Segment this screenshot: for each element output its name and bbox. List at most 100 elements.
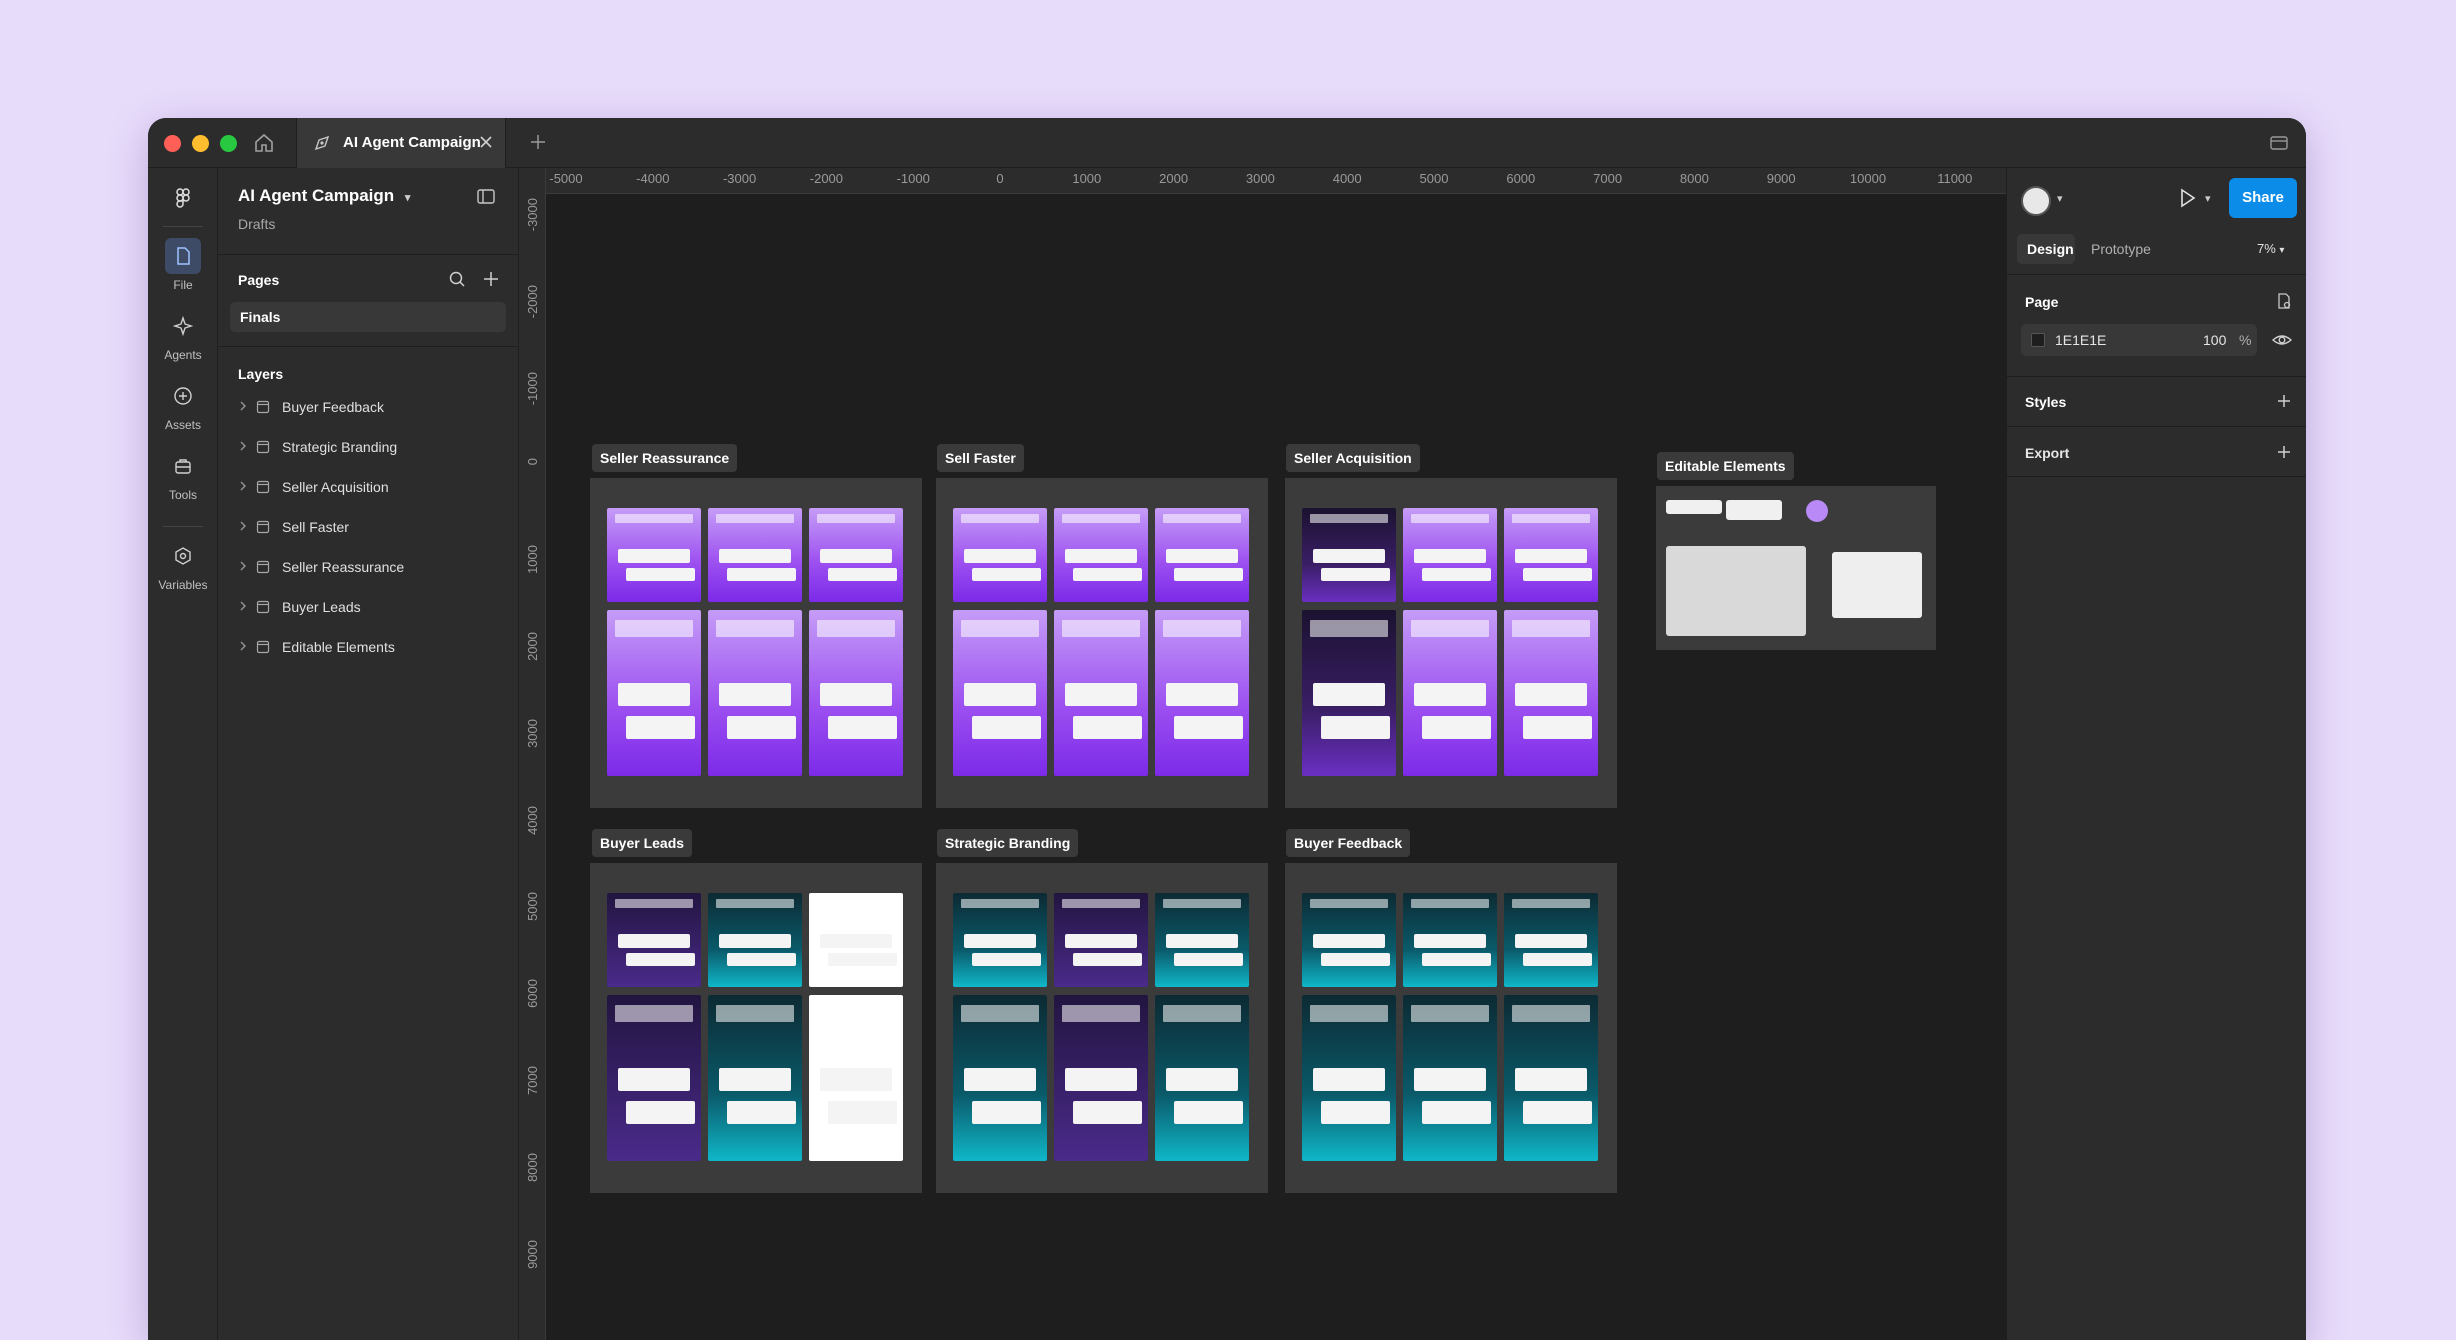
frame-seller-reassurance[interactable]	[590, 478, 922, 808]
page-settings-icon[interactable]	[2275, 292, 2293, 310]
chevron-down-icon[interactable]: ▾	[2205, 192, 2211, 205]
ad-thumbnail[interactable]	[1155, 893, 1249, 987]
tab-prototype[interactable]: Prototype	[2091, 241, 2151, 257]
editable-element[interactable]	[1726, 500, 1782, 520]
frame-strategic-branding[interactable]	[936, 863, 1268, 1193]
avatar[interactable]	[2021, 186, 2051, 216]
ad-thumbnail[interactable]	[1155, 508, 1249, 602]
play-icon[interactable]	[2175, 186, 2199, 210]
frame-sell-faster[interactable]	[936, 478, 1268, 808]
frame-label-buyer-feedback[interactable]: Buyer Feedback	[1286, 829, 1411, 857]
ruler-tick-label: 1000	[1072, 171, 1102, 186]
figma-logo-icon[interactable]	[171, 186, 195, 210]
project-title[interactable]: AI Agent Campaign ▾	[238, 186, 410, 206]
close-window-button[interactable]	[164, 135, 181, 152]
ad-thumbnail[interactable]	[1302, 893, 1396, 987]
ad-thumbnail[interactable]	[1054, 893, 1148, 987]
ad-thumbnail[interactable]	[1403, 610, 1497, 776]
ad-thumbnail[interactable]	[708, 610, 802, 776]
editable-element[interactable]	[1666, 546, 1806, 636]
layer-item-editable-elements[interactable]: Editable Elements	[238, 632, 508, 662]
ad-thumbnail[interactable]	[1302, 995, 1396, 1161]
ad-thumbnail[interactable]	[1302, 610, 1396, 776]
rail-tools[interactable]: Tools	[148, 448, 218, 502]
ad-thumbnail[interactable]	[607, 893, 701, 987]
ad-thumbnail[interactable]	[1054, 610, 1148, 776]
ad-thumbnail[interactable]	[809, 508, 903, 602]
frame-label-seller-reassurance[interactable]: Seller Reassurance	[592, 444, 738, 472]
tab-ai-agent-campaign[interactable]: AI Agent Campaign	[296, 118, 506, 168]
rail-file[interactable]: File	[148, 238, 218, 292]
ad-thumbnail[interactable]	[809, 610, 903, 776]
chevron-down-icon[interactable]: ▾	[2057, 192, 2063, 205]
rail-agents[interactable]: Agents	[148, 308, 218, 362]
design-canvas[interactable]: -5000 -4000 -3000 -2000 -1000 0 1000 2000 3000 40…	[519, 168, 2006, 1340]
ad-thumbnail[interactable]	[1504, 995, 1598, 1161]
ad-thumbnail[interactable]	[1054, 508, 1148, 602]
zoom-level[interactable]: 7% ▾	[2257, 241, 2284, 256]
layer-item-sell-faster[interactable]: Sell Faster	[238, 512, 508, 542]
chevron-down-icon[interactable]: ▾	[405, 192, 411, 204]
page-color-value[interactable]: 1E1E1E	[2055, 332, 2106, 348]
eye-icon[interactable]	[2271, 330, 2293, 350]
ad-thumbnail[interactable]	[953, 995, 1047, 1161]
ad-thumbnail[interactable]	[1504, 893, 1598, 987]
ad-thumbnail[interactable]	[1054, 995, 1148, 1161]
rail-variables[interactable]: Variables	[148, 538, 218, 592]
editable-element[interactable]	[1806, 500, 1828, 522]
tab-design[interactable]: Design	[2017, 234, 2075, 264]
frame-label-buyer-leads[interactable]: Buyer Leads	[592, 829, 693, 857]
ad-thumbnail[interactable]	[1155, 995, 1249, 1161]
toggle-sidebar-icon[interactable]	[476, 188, 496, 206]
share-button[interactable]: Share	[2229, 178, 2297, 218]
close-tab-icon[interactable]	[477, 133, 495, 151]
ad-thumbnail[interactable]	[1302, 508, 1396, 602]
search-icon[interactable]	[448, 270, 466, 288]
ad-thumbnail[interactable]	[1504, 610, 1598, 776]
frame-label-editable-elements[interactable]: Editable Elements	[1657, 452, 1794, 480]
window-layout-icon[interactable]	[2268, 132, 2290, 154]
ad-thumbnail[interactable]	[953, 610, 1047, 776]
ad-thumbnail[interactable]	[708, 995, 802, 1161]
page-item-finals[interactable]: Finals	[230, 302, 506, 332]
ad-thumbnail[interactable]	[607, 610, 701, 776]
minimize-window-button[interactable]	[192, 135, 209, 152]
editable-element[interactable]	[1832, 552, 1922, 618]
layer-item-seller-reassurance[interactable]: Seller Reassurance	[238, 552, 508, 582]
ad-thumbnail[interactable]	[708, 508, 802, 602]
add-style-icon[interactable]	[2275, 392, 2293, 410]
frame-seller-acquisition[interactable]	[1285, 478, 1617, 808]
home-icon[interactable]	[252, 131, 276, 155]
ad-thumbnail[interactable]	[1403, 995, 1497, 1161]
frame-editable-elements[interactable]	[1656, 486, 1936, 650]
frame-buyer-feedback[interactable]	[1285, 863, 1617, 1193]
frame-label-strategic-branding[interactable]: Strategic Branding	[937, 829, 1079, 857]
maximize-window-button[interactable]	[220, 135, 237, 152]
ad-thumbnail[interactable]	[607, 995, 701, 1161]
ad-thumbnail[interactable]	[1504, 508, 1598, 602]
ad-thumbnail[interactable]	[1155, 610, 1249, 776]
frame-label-sell-faster[interactable]: Sell Faster	[937, 444, 1024, 472]
page-color-field[interactable]: 1E1E1E 100 %	[2021, 324, 2257, 356]
color-swatch[interactable]	[2031, 333, 2045, 347]
add-page-icon[interactable]	[482, 270, 500, 288]
ad-thumbnail[interactable]	[809, 893, 903, 987]
layer-item-buyer-feedback[interactable]: Buyer Feedback	[238, 392, 508, 422]
ad-thumbnail[interactable]	[708, 893, 802, 987]
rail-assets[interactable]: Assets	[148, 378, 218, 432]
layer-item-seller-acquisition[interactable]: Seller Acquisition	[238, 472, 508, 502]
ad-thumbnail[interactable]	[809, 995, 903, 1161]
ad-thumbnail[interactable]	[1403, 508, 1497, 602]
layer-item-buyer-leads[interactable]: Buyer Leads	[238, 592, 508, 622]
page-opacity-value[interactable]: 100	[2203, 332, 2226, 348]
ad-thumbnail[interactable]	[1403, 893, 1497, 987]
add-export-icon[interactable]	[2275, 443, 2293, 461]
ad-thumbnail[interactable]	[953, 893, 1047, 987]
editable-element[interactable]	[1666, 500, 1722, 514]
ad-thumbnail[interactable]	[953, 508, 1047, 602]
frame-label-seller-acquisition[interactable]: Seller Acquisition	[1286, 444, 1420, 472]
new-tab-icon[interactable]	[528, 132, 548, 152]
layer-item-strategic-branding[interactable]: Strategic Branding	[238, 432, 508, 462]
frame-buyer-leads[interactable]	[590, 863, 922, 1193]
ad-thumbnail[interactable]	[607, 508, 701, 602]
